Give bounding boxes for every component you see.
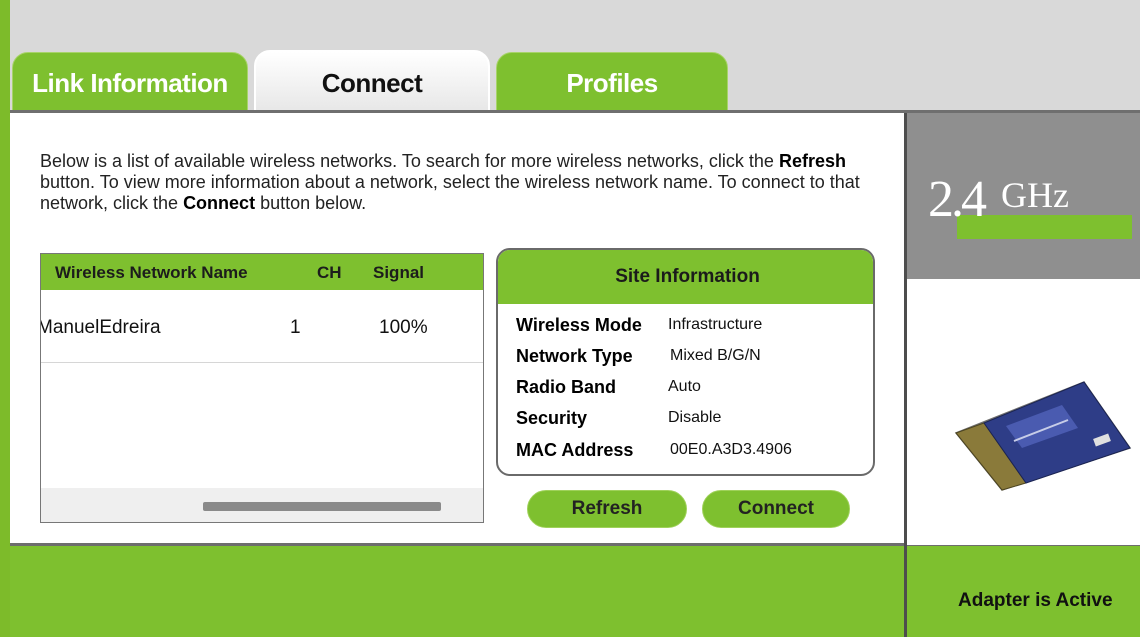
- vertical-divider: [904, 113, 907, 637]
- site-value: Mixed B/G/N: [670, 347, 761, 364]
- tab-label: Link Information: [32, 67, 228, 98]
- site-label: Radio Band: [516, 377, 617, 397]
- horizontal-scrollbar[interactable]: [41, 488, 483, 522]
- column-header-signal[interactable]: Signal: [373, 263, 424, 283]
- app-window: Link Information Connect Profiles Below …: [0, 0, 1140, 637]
- site-information-panel: Site Information Wireless Mode Infrastru…: [496, 248, 875, 476]
- refresh-button[interactable]: Refresh: [527, 490, 687, 528]
- site-label: Security: [516, 408, 588, 428]
- band-number: 2.4: [928, 171, 987, 228]
- network-list-header: Wireless Network Name CH Signal: [41, 254, 483, 290]
- tab-connect[interactable]: Connect: [254, 50, 490, 116]
- scrollbar-thumb[interactable]: [203, 502, 441, 511]
- site-label: Network Type: [516, 346, 633, 366]
- tab-label: Connect: [321, 67, 423, 98]
- band-unit: GHz: [1001, 175, 1069, 215]
- site-value: Auto: [668, 378, 701, 395]
- band-badge: 2.4 GHz: [928, 170, 1069, 229]
- network-name: ManuelEdreira: [40, 317, 161, 338]
- site-information-title: Site Information: [498, 250, 873, 304]
- site-value: 00E0.A3D3.4906: [670, 441, 792, 458]
- connect-button[interactable]: Connect: [702, 490, 850, 528]
- tab-label: Profiles: [566, 67, 658, 98]
- site-value: Disable: [668, 409, 722, 426]
- network-list[interactable]: Wireless Network Name CH Signal ManuelEd…: [40, 253, 484, 523]
- tab-profiles[interactable]: Profiles: [496, 52, 728, 114]
- left-accent-bar: [0, 0, 10, 637]
- network-channel: 1: [290, 317, 301, 338]
- wireless-card-icon: [954, 381, 1132, 491]
- adapter-status: Adapter is Active: [958, 590, 1113, 611]
- column-header-channel[interactable]: CH: [317, 263, 342, 283]
- site-label: Wireless Mode: [516, 315, 642, 335]
- column-header-name[interactable]: Wireless Network Name: [55, 263, 248, 283]
- site-label: MAC Address: [516, 440, 634, 460]
- tab-link-information[interactable]: Link Information: [12, 52, 248, 114]
- intro-text: Below is a list of available wireless ne…: [40, 151, 860, 213]
- network-row[interactable]: ManuelEdreira 1 100%: [40, 290, 483, 363]
- network-signal: 100%: [379, 317, 428, 338]
- site-value: Infrastructure: [668, 316, 763, 333]
